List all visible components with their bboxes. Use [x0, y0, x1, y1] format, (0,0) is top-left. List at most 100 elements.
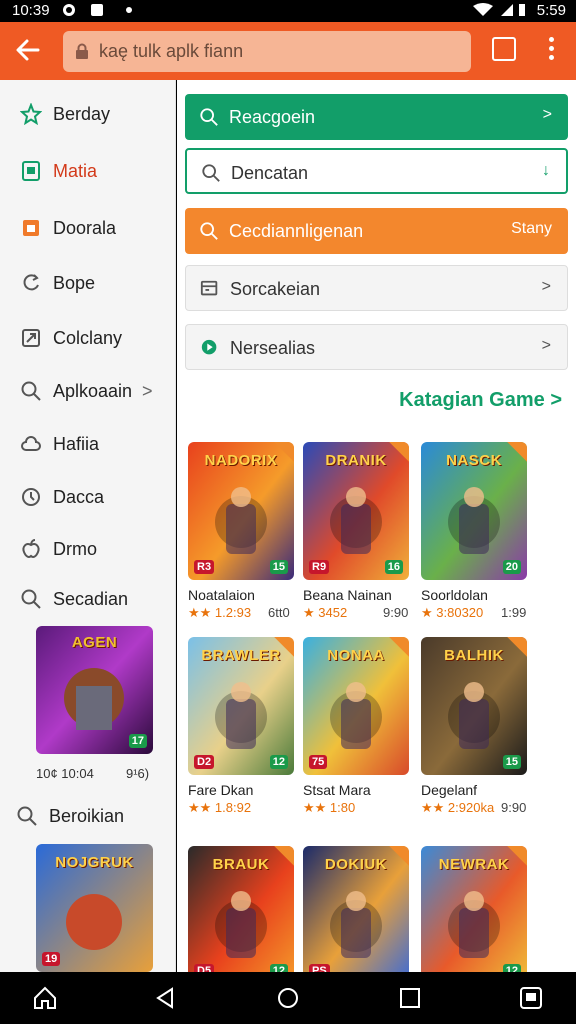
- sidebar-item-secadian[interactable]: Secadian: [0, 577, 175, 621]
- game-title-art: NEWRAK: [438, 856, 510, 873]
- lock-icon: [76, 43, 88, 59]
- game-badge-right: 20: [502, 560, 521, 574]
- game-card[interactable]: NEWRAK 12: [421, 846, 527, 972]
- sidebar-item-dacca[interactable]: Dacca: [0, 475, 175, 519]
- search-icon: [17, 806, 37, 826]
- action-label: Nersealias: [230, 338, 316, 358]
- game-rating: ★★ 1.8:92: [188, 800, 252, 815]
- share-box-icon: [22, 329, 40, 347]
- more-menu-icon[interactable]: [544, 37, 558, 63]
- game-title-art: NONAA: [327, 647, 385, 664]
- game-extra: 1:99: [501, 605, 527, 620]
- chevron-right-icon: >: [541, 337, 551, 354]
- home-circle-icon[interactable]: [275, 985, 301, 1011]
- sidebar-item-berday[interactable]: Berday: [0, 92, 175, 136]
- star-outline-icon: [20, 103, 42, 125]
- game-card[interactable]: NONAA 75: [303, 637, 409, 775]
- game-title: Soorldolan: [421, 587, 488, 603]
- home-outline-icon[interactable]: [32, 985, 58, 1011]
- sidebar-section-label: Beroikian: [49, 806, 125, 826]
- game-card[interactable]: NASCK 20: [421, 442, 527, 580]
- action-label: Cecdiannligenan: [229, 221, 364, 241]
- game-card[interactable]: BALHIK 15: [421, 637, 527, 775]
- featured-game-title-art-2: NOJGRUK: [55, 854, 134, 871]
- sidebar-section-beroikian[interactable]: Beroikian: [0, 794, 172, 838]
- game-rating: ★★ 1.2:93: [188, 605, 252, 620]
- action-row-nersealias[interactable]: Nersealias >: [185, 324, 568, 370]
- status-bar: 10:39 5:59: [0, 0, 576, 22]
- game-title-art: BRAUK: [212, 856, 270, 873]
- sidebar-item-label: Matia: [53, 161, 98, 181]
- sidebar-item-label: Dacca: [53, 487, 105, 507]
- sidebar-item-matia[interactable]: Matia: [0, 149, 175, 193]
- recents-square-icon[interactable]: [397, 985, 423, 1011]
- wifi-icon: [473, 3, 493, 16]
- sidebar-item-label: Hafiia: [53, 434, 100, 454]
- sidebar-item-doorala[interactable]: Doorala: [0, 206, 175, 250]
- action-label: Reacgoein: [229, 107, 316, 127]
- game-rating: ★ 3452: [303, 605, 348, 620]
- action-row-sorcakeian[interactable]: Sorcakeian >: [185, 265, 568, 311]
- action-row-dencatan[interactable]: Dencatan ↓: [185, 148, 568, 194]
- game-card[interactable]: BRAUK D5 12: [188, 846, 294, 972]
- sidebar-item-aplkoaain[interactable]: Aplkoaain >: [0, 369, 175, 413]
- screenshot-icon[interactable]: [518, 985, 544, 1011]
- sidebar-item-drmo[interactable]: Drmo: [0, 527, 175, 571]
- featured-game-title-art: AGEN: [71, 634, 118, 651]
- address-bar[interactable]: kaę tulk aplk fiann: [63, 31, 471, 72]
- game-meta: ★★ 1.8:92: [188, 800, 251, 816]
- featured-game-card[interactable]: AGEN 17: [36, 626, 153, 754]
- refresh-icon: [23, 274, 39, 291]
- game-card[interactable]: DRANIK R9 16: [303, 442, 409, 580]
- game-meta: ★ 3:80320 1:99: [421, 605, 526, 621]
- action-row-cecdiannligenan[interactable]: Cecdiannligenan Stany: [185, 208, 568, 254]
- featured-game-card-2[interactable]: NOJGRUK 19: [36, 844, 153, 972]
- apple-icon: [22, 539, 40, 558]
- game-badge-left: D2: [194, 755, 215, 769]
- game-rating: ★★ 1:80: [303, 800, 356, 815]
- game-badge-right: 15: [269, 560, 288, 574]
- game-badge-right: 12: [269, 964, 288, 972]
- game-title: Stsat Mara: [303, 782, 371, 798]
- sidebar-item-label: Colclany: [53, 328, 123, 348]
- game-badge-right: 16: [384, 560, 403, 574]
- sidebar-item-label: Secadian: [53, 589, 129, 609]
- game-title: Beana Nainan: [303, 587, 392, 603]
- system-nav-bar: [0, 972, 576, 1024]
- game-badge-left: 75: [309, 755, 328, 769]
- action-row-reacgoein[interactable]: Reacgoein >: [185, 94, 568, 140]
- game-title-art: BALHIK: [444, 647, 504, 664]
- sidebar-item-label: Doorala: [53, 218, 117, 238]
- game-extra: 9:90: [383, 605, 409, 620]
- action-label: Sorcakeian: [230, 279, 321, 299]
- game-badge-left: R3: [194, 560, 215, 574]
- featured-rating-badge: 17: [128, 734, 147, 748]
- battery-icon: [519, 4, 525, 16]
- section-title-game-categories[interactable]: Katagian Game >: [399, 389, 562, 412]
- cloud-icon: [21, 436, 41, 451]
- download-arrow-icon: ↓: [542, 162, 550, 179]
- orange-square-icon: [23, 220, 39, 236]
- game-badge-right: 15: [502, 755, 521, 769]
- game-meta: ★★ 2:920ka 9:90: [421, 800, 526, 816]
- game-badge-left: PS: [309, 964, 330, 972]
- game-card[interactable]: NADORIX R3 15: [188, 442, 294, 580]
- tabs-button[interactable]: [492, 37, 516, 61]
- sidebar-item-label: Berday: [53, 104, 111, 124]
- chevron-right-icon: >: [541, 278, 551, 295]
- action-trailing-label: Stany: [511, 220, 552, 237]
- sidebar-item-hafiia[interactable]: Hafiia: [0, 422, 175, 466]
- search-icon: [200, 108, 218, 126]
- game-card[interactable]: BRAWLER D2 12: [188, 637, 294, 775]
- sidebar-item-colclany[interactable]: Colclany: [0, 316, 175, 360]
- browser-toolbar: kaę tulk aplk fiann: [0, 22, 576, 80]
- featured-meta-left: 10¢ 10:04: [36, 766, 94, 781]
- status-time: 10:39: [12, 2, 50, 19]
- back-triangle-icon[interactable]: [152, 985, 178, 1011]
- game-title: Fare Dkan: [188, 782, 254, 798]
- sidebar-item-bope[interactable]: Bope: [0, 261, 175, 305]
- game-title-art: NADORIX: [204, 452, 278, 469]
- game-card[interactable]: DOKIUK PS: [303, 846, 409, 972]
- back-arrow-icon[interactable]: [10, 32, 46, 68]
- game-meta: ★ 3452 9:90: [303, 605, 408, 621]
